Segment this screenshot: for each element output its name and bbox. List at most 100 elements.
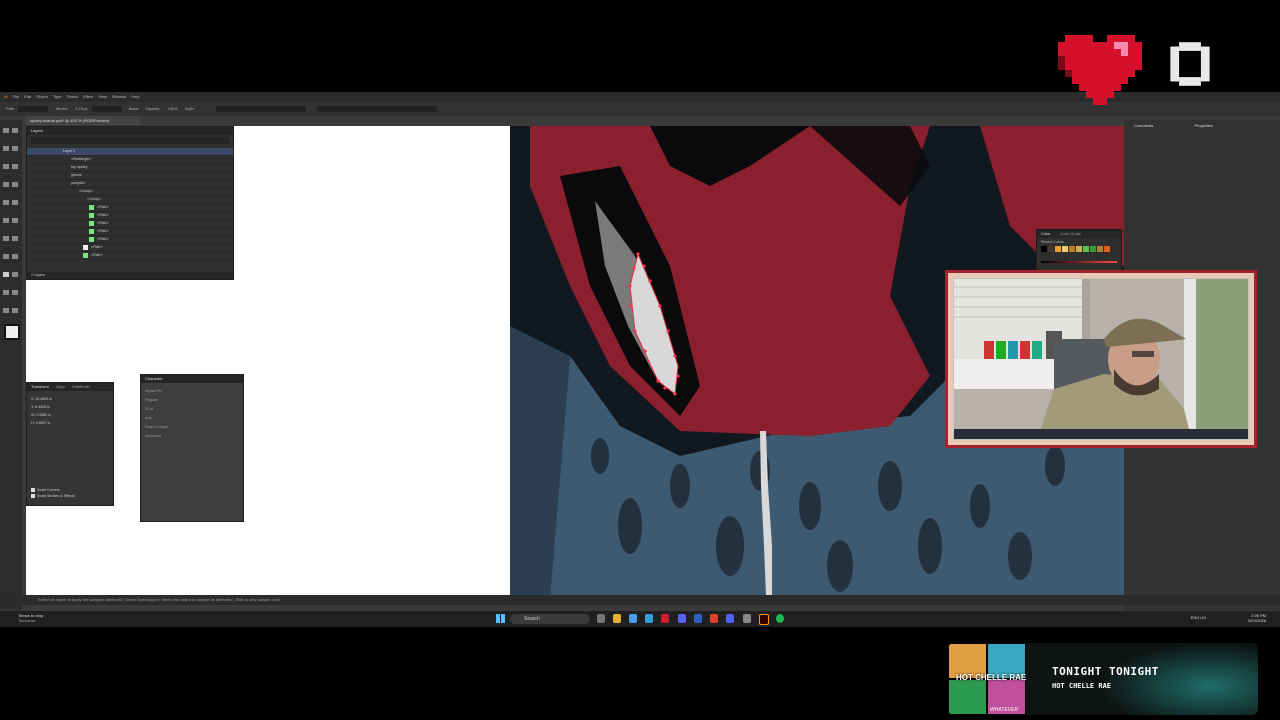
align-controls[interactable] bbox=[215, 105, 306, 112]
rotate-tool-icon[interactable] bbox=[3, 218, 9, 223]
color-swatch[interactable] bbox=[1083, 246, 1089, 252]
layer-row[interactable]: <Group> bbox=[27, 196, 233, 204]
layer-row[interactable]: <Path> bbox=[27, 236, 233, 244]
color-swatch[interactable] bbox=[1062, 246, 1068, 252]
fill-stroke-swatch[interactable] bbox=[4, 324, 20, 340]
layer-row[interactable]: <Group> bbox=[27, 188, 233, 196]
color-swatch[interactable] bbox=[1104, 246, 1110, 252]
paintbrush-tool-icon[interactable] bbox=[12, 182, 18, 187]
document-tab[interactable]: spidey boards.psd* @ 400 % (RGB/Preview) bbox=[26, 116, 140, 125]
layer-row[interactable]: <Path> bbox=[27, 252, 233, 260]
opera-icon[interactable] bbox=[661, 614, 669, 623]
leading[interactable]: Auto bbox=[145, 414, 239, 423]
stroke-weight[interactable]: 0.75 pt bbox=[75, 102, 87, 116]
chrome-icon[interactable] bbox=[710, 614, 718, 623]
font-family[interactable]: Myriad Pro bbox=[145, 387, 239, 396]
advanced-toggle[interactable]: Advanced bbox=[145, 432, 239, 441]
spotify-icon[interactable] bbox=[776, 614, 784, 623]
menu-effect[interactable]: Effect bbox=[83, 92, 93, 102]
color-swatch[interactable] bbox=[1048, 246, 1054, 252]
transform-h[interactable]: H: 0.8957 in bbox=[31, 419, 109, 427]
pen-tool-icon[interactable] bbox=[3, 146, 9, 151]
type-tool-icon[interactable] bbox=[3, 164, 9, 169]
layer-row[interactable]: <Path> bbox=[27, 212, 233, 220]
tab-pathfinder[interactable]: Pathfinder bbox=[72, 384, 90, 389]
menu-type[interactable]: Type bbox=[53, 92, 62, 102]
taskbar-search[interactable]: Search bbox=[510, 614, 590, 624]
layer-row[interactable]: pumpkin bbox=[27, 180, 233, 188]
task-view-icon[interactable] bbox=[597, 614, 605, 623]
menu-select[interactable]: Select bbox=[67, 92, 78, 102]
pencil-tool-icon[interactable] bbox=[3, 200, 9, 205]
menu-help[interactable]: Help bbox=[131, 92, 139, 102]
fill-swatch[interactable] bbox=[18, 105, 49, 112]
color-swatch[interactable] bbox=[1076, 246, 1082, 252]
layer-row[interactable]: <Path> bbox=[27, 204, 233, 212]
layer-row[interactable]: top spidey bbox=[27, 164, 233, 172]
weather-subline[interactable]: Tomorrow bbox=[18, 618, 43, 623]
transform-x[interactable]: X: 16.4893 in bbox=[31, 395, 109, 403]
comments-panel-tab[interactable]: Comments bbox=[1134, 123, 1153, 128]
tab-color[interactable]: Color bbox=[1041, 231, 1051, 236]
eraser-tool-icon[interactable] bbox=[12, 200, 18, 205]
brush-definition[interactable]: Basic bbox=[129, 102, 139, 116]
discord-icon[interactable] bbox=[678, 614, 686, 623]
color-swatch[interactable] bbox=[1069, 246, 1075, 252]
illustrator-icon[interactable] bbox=[759, 614, 769, 625]
color-swatch[interactable] bbox=[1097, 246, 1103, 252]
start-button-icon[interactable] bbox=[496, 614, 505, 623]
layer-row[interactable]: <Path> bbox=[27, 244, 233, 252]
tab-align[interactable]: Align bbox=[56, 384, 65, 389]
selection-tool-icon[interactable] bbox=[3, 128, 9, 133]
gradient-tool-icon[interactable] bbox=[12, 254, 18, 259]
tab-color-guide[interactable]: Color Guide bbox=[1060, 231, 1081, 236]
artboard-tool-icon[interactable] bbox=[3, 290, 9, 295]
more-tools-icon[interactable] bbox=[12, 308, 18, 313]
menu-file[interactable]: File bbox=[13, 92, 19, 102]
snap-to-glyph[interactable]: Snap to Glyph bbox=[145, 423, 239, 432]
variable-width-profile[interactable] bbox=[91, 105, 122, 112]
width-tool-icon[interactable] bbox=[3, 236, 9, 241]
color-swatch[interactable] bbox=[1090, 246, 1096, 252]
direct-selection-tool-icon[interactable] bbox=[12, 128, 18, 133]
font-style[interactable]: Regular bbox=[145, 396, 239, 405]
layer-row[interactable]: gloves bbox=[27, 172, 233, 180]
menu-object[interactable]: Object bbox=[36, 92, 48, 102]
scale-strokes-option[interactable]: Scale Strokes & Effects bbox=[31, 493, 75, 499]
shape-builder-tool-icon[interactable] bbox=[3, 254, 9, 259]
opacity-value[interactable]: 100% bbox=[167, 102, 177, 116]
eyedropper-tool-icon[interactable] bbox=[3, 272, 9, 277]
layer-row[interactable]: <Path> bbox=[27, 220, 233, 228]
color-swatch[interactable] bbox=[1041, 246, 1047, 252]
layer-row[interactable]: Layer 1 bbox=[27, 148, 233, 156]
app-icon[interactable] bbox=[726, 614, 734, 623]
curvature-tool-icon[interactable] bbox=[12, 146, 18, 151]
hand-tool-icon[interactable] bbox=[12, 290, 18, 295]
properties-panel-tab[interactable]: Properties bbox=[1194, 123, 1212, 128]
font-size[interactable]: 12 pt bbox=[145, 405, 239, 414]
menu-edit[interactable]: Edit bbox=[24, 92, 31, 102]
rectangle-tool-icon[interactable] bbox=[3, 182, 9, 187]
tab-transform[interactable]: Transform bbox=[31, 384, 49, 389]
store-icon[interactable] bbox=[629, 614, 637, 623]
edge-icon[interactable] bbox=[645, 614, 653, 623]
clock-date[interactable]: 5/24/2026 bbox=[1248, 618, 1266, 623]
blend-tool-icon[interactable] bbox=[12, 272, 18, 277]
layers-search[interactable] bbox=[31, 137, 229, 144]
line-tool-icon[interactable] bbox=[12, 164, 18, 169]
file-explorer-icon[interactable] bbox=[613, 614, 621, 623]
scale-tool-icon[interactable] bbox=[12, 218, 18, 223]
menu-window[interactable]: Window bbox=[112, 92, 126, 102]
transform-w[interactable]: W: 0.2882 in bbox=[31, 411, 109, 419]
color-swatch[interactable] bbox=[1055, 246, 1061, 252]
app-icon[interactable]: Ai bbox=[4, 92, 8, 102]
menu-view[interactable]: View bbox=[98, 92, 107, 102]
language-indicator[interactable]: ENG US bbox=[1191, 615, 1206, 620]
transform-y[interactable]: Y: 6.4626 in bbox=[31, 403, 109, 411]
app-icon[interactable] bbox=[694, 614, 702, 623]
layer-row[interactable]: <Rectangle> bbox=[27, 156, 233, 164]
settings-icon[interactable] bbox=[743, 614, 751, 623]
layer-row[interactable]: <Path> bbox=[27, 228, 233, 236]
zoom-tool-icon[interactable] bbox=[3, 308, 9, 313]
free-transform-tool-icon[interactable] bbox=[12, 236, 18, 241]
